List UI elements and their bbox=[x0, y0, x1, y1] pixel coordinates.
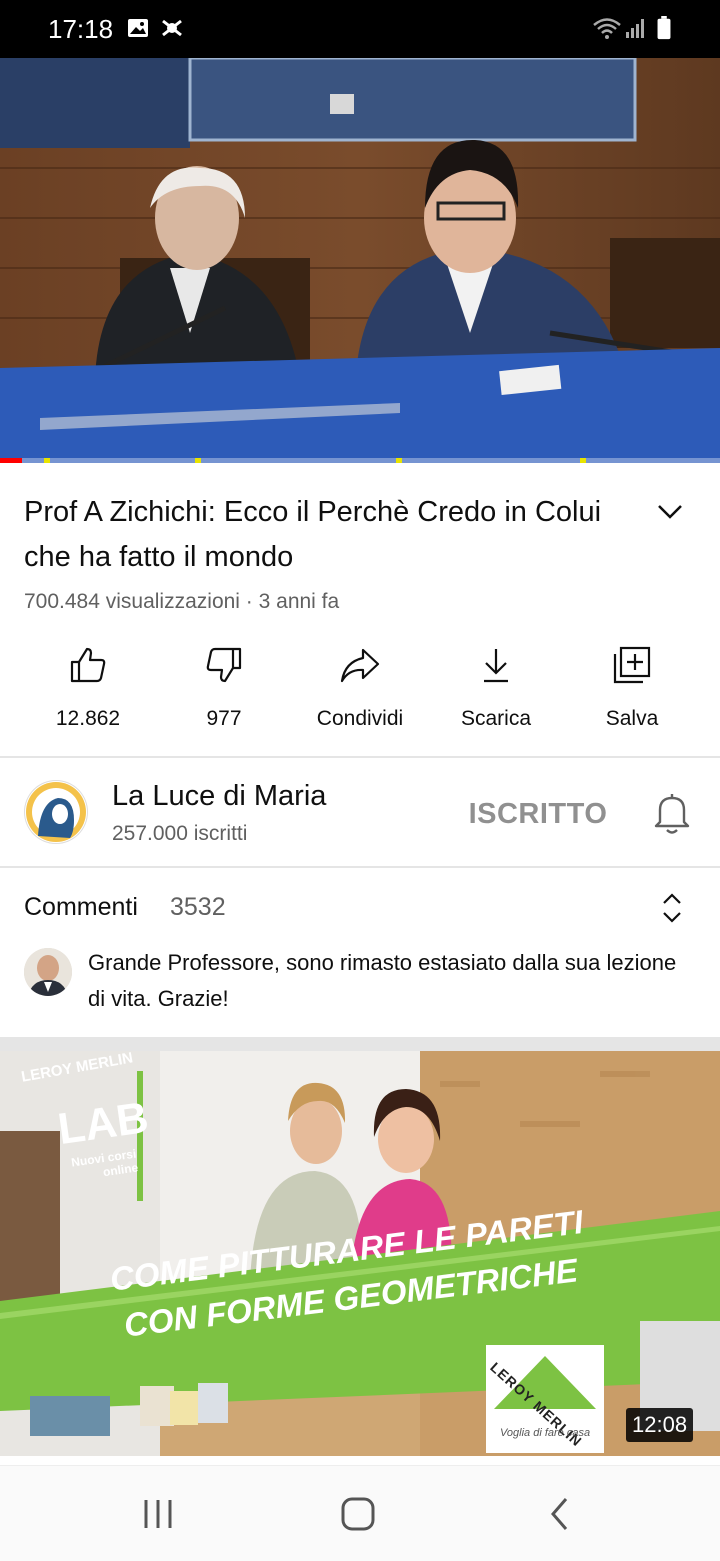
commenter-avatar bbox=[24, 948, 72, 996]
recent-apps-icon[interactable] bbox=[138, 1494, 178, 1534]
ad-marker bbox=[580, 458, 586, 463]
divider bbox=[0, 866, 720, 868]
person-photo-icon bbox=[24, 948, 72, 996]
next-video-thumbnail[interactable]: LEROY MERLIN LAB Nuovi corsi online COME… bbox=[0, 1051, 720, 1456]
expand-collapse-icon[interactable] bbox=[656, 890, 688, 926]
back-icon[interactable] bbox=[540, 1494, 580, 1534]
channel-name[interactable]: La Luce di Maria bbox=[112, 780, 326, 813]
video-frame bbox=[0, 58, 720, 463]
bell-icon[interactable] bbox=[650, 790, 694, 836]
dislike-count: 977 bbox=[206, 707, 242, 730]
thumbs-down-icon bbox=[206, 647, 242, 683]
video-meta: 700.484 visualizzazioni · 3 anni fa bbox=[24, 590, 340, 613]
video-title[interactable]: Prof A Zichichi: Ecco il Perchè Credo in… bbox=[24, 490, 634, 580]
dislike-button[interactable]: 977 bbox=[156, 645, 292, 745]
subscribed-button[interactable]: ISCRITTO bbox=[462, 792, 614, 836]
comments-count: 3532 bbox=[170, 893, 226, 921]
system-navigation-bar bbox=[0, 1465, 720, 1561]
share-label: Condividi bbox=[316, 707, 404, 730]
wifi-icon bbox=[593, 18, 621, 39]
save-label: Salva bbox=[605, 707, 659, 730]
video-player[interactable] bbox=[0, 58, 720, 463]
playlist-add-icon bbox=[613, 646, 651, 684]
like-count: 12.862 bbox=[55, 707, 121, 730]
madonna-logo-icon bbox=[26, 782, 86, 842]
chevron-down-icon[interactable] bbox=[652, 496, 688, 528]
divider bbox=[0, 756, 720, 758]
top-comment-text: Grande Professore, sono rimasto estasiat… bbox=[88, 950, 677, 1011]
comments-title: Commenti bbox=[24, 893, 138, 921]
download-icon bbox=[484, 649, 508, 683]
battery-icon bbox=[657, 16, 671, 40]
signal-icon bbox=[626, 19, 644, 38]
slogan-text: Voglia di fare casa bbox=[500, 1427, 591, 1439]
home-icon[interactable] bbox=[338, 1494, 378, 1534]
share-icon bbox=[340, 648, 380, 683]
subscriber-count: 257.000 iscritti bbox=[112, 822, 248, 845]
game-mode-icon bbox=[162, 19, 182, 37]
ad-marker bbox=[195, 458, 201, 463]
ad-marker bbox=[396, 458, 402, 463]
ad-marker bbox=[44, 458, 50, 463]
gallery-icon bbox=[128, 19, 148, 37]
duration-badge: 12:08 bbox=[626, 1408, 694, 1442]
status-bar: 17:18 bbox=[0, 0, 720, 58]
section-separator bbox=[0, 1037, 720, 1051]
status-time: 17:18 bbox=[48, 14, 114, 44]
channel-avatar[interactable] bbox=[24, 780, 88, 844]
download-button[interactable]: Scarica bbox=[428, 645, 564, 745]
video-progress-fill bbox=[0, 458, 22, 463]
thumbs-up-icon bbox=[70, 647, 106, 683]
share-button[interactable]: Condividi bbox=[292, 645, 428, 745]
save-button[interactable]: Salva bbox=[564, 645, 700, 745]
video-progress-bar[interactable] bbox=[0, 458, 720, 463]
download-label: Scarica bbox=[460, 707, 532, 730]
like-button[interactable]: 12.862 bbox=[20, 645, 156, 745]
